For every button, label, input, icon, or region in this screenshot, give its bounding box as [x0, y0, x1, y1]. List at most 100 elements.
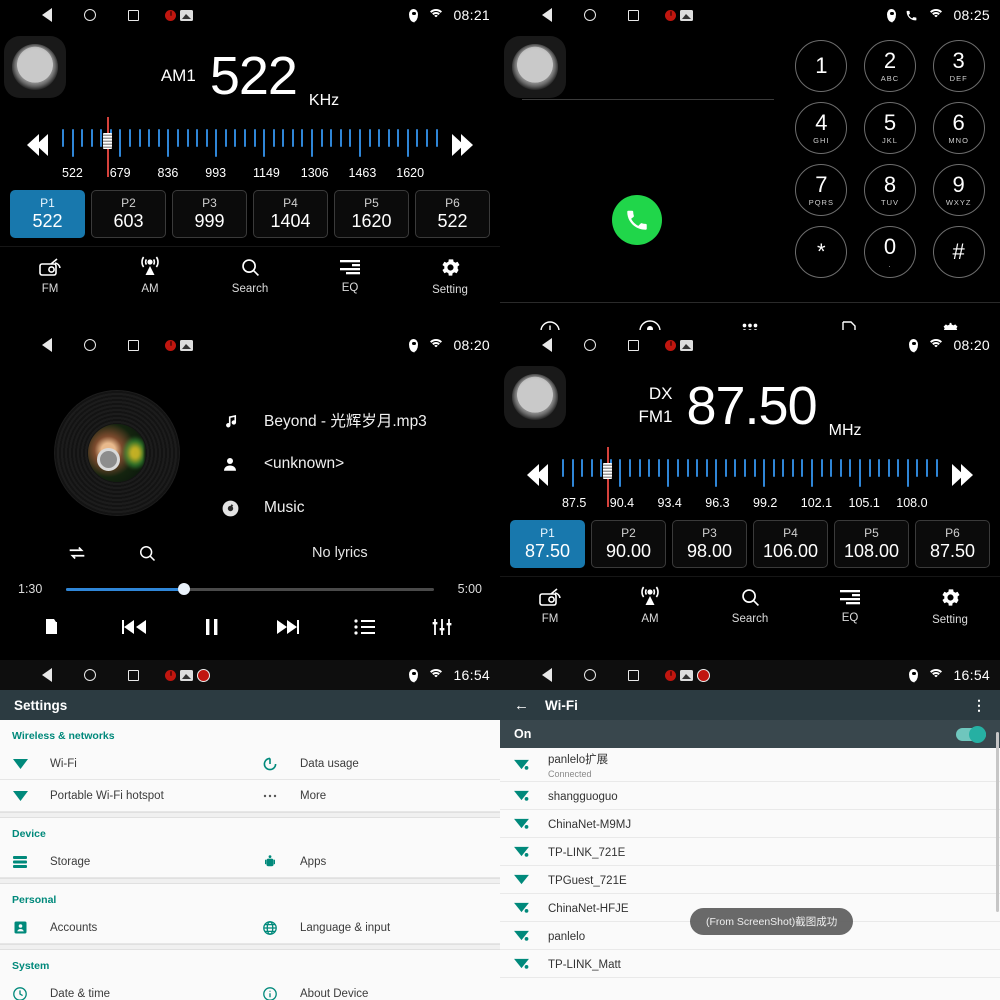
dial-key-star[interactable]: *	[795, 226, 848, 278]
tab-eq[interactable]: EQ	[800, 587, 900, 624]
seek-bar-handle[interactable]	[177, 583, 190, 595]
wifi-network-row[interactable]: ChinaNet-M9MJ	[500, 810, 1000, 838]
floating-home-knob-am[interactable]	[4, 36, 66, 98]
back-icon[interactable]	[42, 8, 52, 22]
nav-buttons[interactable]	[542, 668, 639, 682]
playlist-icon[interactable]	[327, 616, 404, 638]
dial-key-hash[interactable]: #	[932, 226, 985, 278]
nav-buttons[interactable]	[542, 8, 639, 22]
settings-row[interactable]: About Device	[250, 978, 500, 1000]
contacts-icon[interactable]	[600, 319, 700, 330]
dial-key-2[interactable]: 2 ABC	[863, 40, 916, 92]
nav-buttons[interactable]	[542, 338, 639, 352]
next-icon[interactable]	[250, 616, 327, 638]
preset-button[interactable]: P6 522	[415, 190, 490, 238]
keypad-icon[interactable]	[700, 320, 800, 330]
back-icon[interactable]	[42, 668, 52, 682]
home-icon[interactable]	[584, 339, 596, 351]
settings-row[interactable]: Storage	[0, 846, 250, 878]
settings-row[interactable]: Apps	[250, 846, 500, 878]
floating-home-knob-fm[interactable]	[504, 366, 566, 428]
preset-button[interactable]: P3 999	[172, 190, 247, 238]
settings-row[interactable]: Data usage	[250, 748, 500, 780]
settings-row[interactable]: Portable Wi-Fi hotspot	[0, 780, 250, 812]
dial-key-0[interactable]: 0.	[863, 226, 916, 278]
dial-key-3[interactable]: 3 DEF	[932, 40, 985, 92]
am-tuning-cursor[interactable]	[103, 117, 113, 177]
fm-seek-down-button[interactable]	[516, 461, 556, 489]
recent-calls-icon[interactable]	[500, 319, 600, 330]
preset-button[interactable]: P3 98.00	[672, 520, 747, 568]
recent-icon[interactable]	[128, 9, 139, 21]
back-icon[interactable]	[542, 668, 552, 682]
tab-fm[interactable]: FM	[0, 256, 100, 295]
preset-button[interactable]: P6 87.50	[915, 520, 990, 568]
am-seek-up-button[interactable]	[444, 131, 484, 159]
am-seek-down-button[interactable]	[16, 131, 56, 159]
home-icon[interactable]	[584, 669, 596, 681]
dial-key-1[interactable]: 1	[795, 40, 848, 92]
preset-button[interactable]: P5 1620	[334, 190, 409, 238]
settings-row[interactable]: Language & input	[250, 912, 500, 944]
settings-row[interactable]: Wi-Fi	[0, 748, 250, 780]
tab-fm[interactable]: FM	[500, 586, 600, 625]
tab-setting[interactable]: Setting	[400, 256, 500, 296]
folder-icon[interactable]	[20, 616, 97, 638]
equalizer-icon[interactable]	[403, 616, 480, 638]
fm-tuning-cursor[interactable]	[603, 447, 613, 507]
preset-button[interactable]: P5 108.00	[834, 520, 909, 568]
search-icon[interactable]	[130, 536, 164, 570]
home-icon[interactable]	[84, 339, 96, 351]
recent-icon[interactable]	[628, 669, 639, 681]
wifi-network-row[interactable]: TP-LINK_Matt	[500, 950, 1000, 978]
nav-buttons[interactable]	[42, 338, 139, 352]
pause-icon[interactable]	[173, 616, 250, 638]
recent-icon[interactable]	[628, 339, 639, 351]
dial-key-7[interactable]: 7 PQRS	[795, 164, 848, 216]
floating-home-knob-dialer[interactable]	[504, 36, 566, 98]
tab-setting[interactable]: Setting	[900, 586, 1000, 626]
back-icon[interactable]	[542, 8, 552, 22]
back-arrow-icon[interactable]: ←	[514, 697, 529, 714]
scrollbar[interactable]	[996, 732, 999, 912]
tab-am[interactable]: AM	[100, 256, 200, 295]
recent-icon[interactable]	[128, 669, 139, 681]
tab-eq[interactable]: EQ	[300, 257, 400, 294]
seek-bar[interactable]	[66, 583, 434, 595]
repeat-icon[interactable]	[60, 536, 94, 570]
nav-buttons[interactable]	[42, 668, 139, 682]
recent-icon[interactable]	[128, 339, 139, 351]
preset-button[interactable]: P1 522	[10, 190, 85, 238]
gear-icon[interactable]	[900, 319, 1000, 330]
call-button[interactable]	[612, 195, 662, 245]
settings-row[interactable]: Date & time	[0, 978, 250, 1000]
preset-button[interactable]: P1 87.50	[510, 520, 585, 568]
previous-icon[interactable]	[97, 616, 174, 638]
wifi-toggle-switch[interactable]	[956, 725, 986, 743]
preset-button[interactable]: P4 106.00	[753, 520, 828, 568]
tab-am[interactable]: AM	[600, 586, 700, 625]
preset-button[interactable]: P2 90.00	[591, 520, 666, 568]
dial-key-4[interactable]: 4 GHI	[795, 102, 848, 154]
settings-row[interactable]: Accounts	[0, 912, 250, 944]
fm-tuning-scale[interactable]	[562, 447, 938, 507]
wifi-network-row[interactable]: TP-LINK_721E	[500, 838, 1000, 866]
overflow-menu-icon[interactable]: ⋮	[972, 697, 986, 714]
wifi-network-row[interactable]: panlelo扩展 Connected	[500, 748, 1000, 782]
back-icon[interactable]	[542, 338, 552, 352]
nav-buttons[interactable]	[42, 8, 139, 22]
dial-key-9[interactable]: 9 WXYZ	[932, 164, 985, 216]
wifi-network-row[interactable]: TPGuest_721E	[500, 866, 1000, 894]
home-icon[interactable]	[584, 9, 596, 21]
wifi-toggle-row[interactable]: On	[500, 720, 1000, 748]
home-icon[interactable]	[84, 669, 96, 681]
dial-key-5[interactable]: 5 JKL	[863, 102, 916, 154]
dial-key-8[interactable]: 8 TUV	[863, 164, 916, 216]
wifi-network-row[interactable]: shangguoguo	[500, 782, 1000, 810]
preset-button[interactable]: P2 603	[91, 190, 166, 238]
settings-row[interactable]: More	[250, 780, 500, 812]
am-tuning-scale[interactable]	[62, 117, 438, 177]
home-icon[interactable]	[84, 9, 96, 21]
fm-seek-up-button[interactable]	[944, 461, 984, 489]
preset-button[interactable]: P4 1404	[253, 190, 328, 238]
